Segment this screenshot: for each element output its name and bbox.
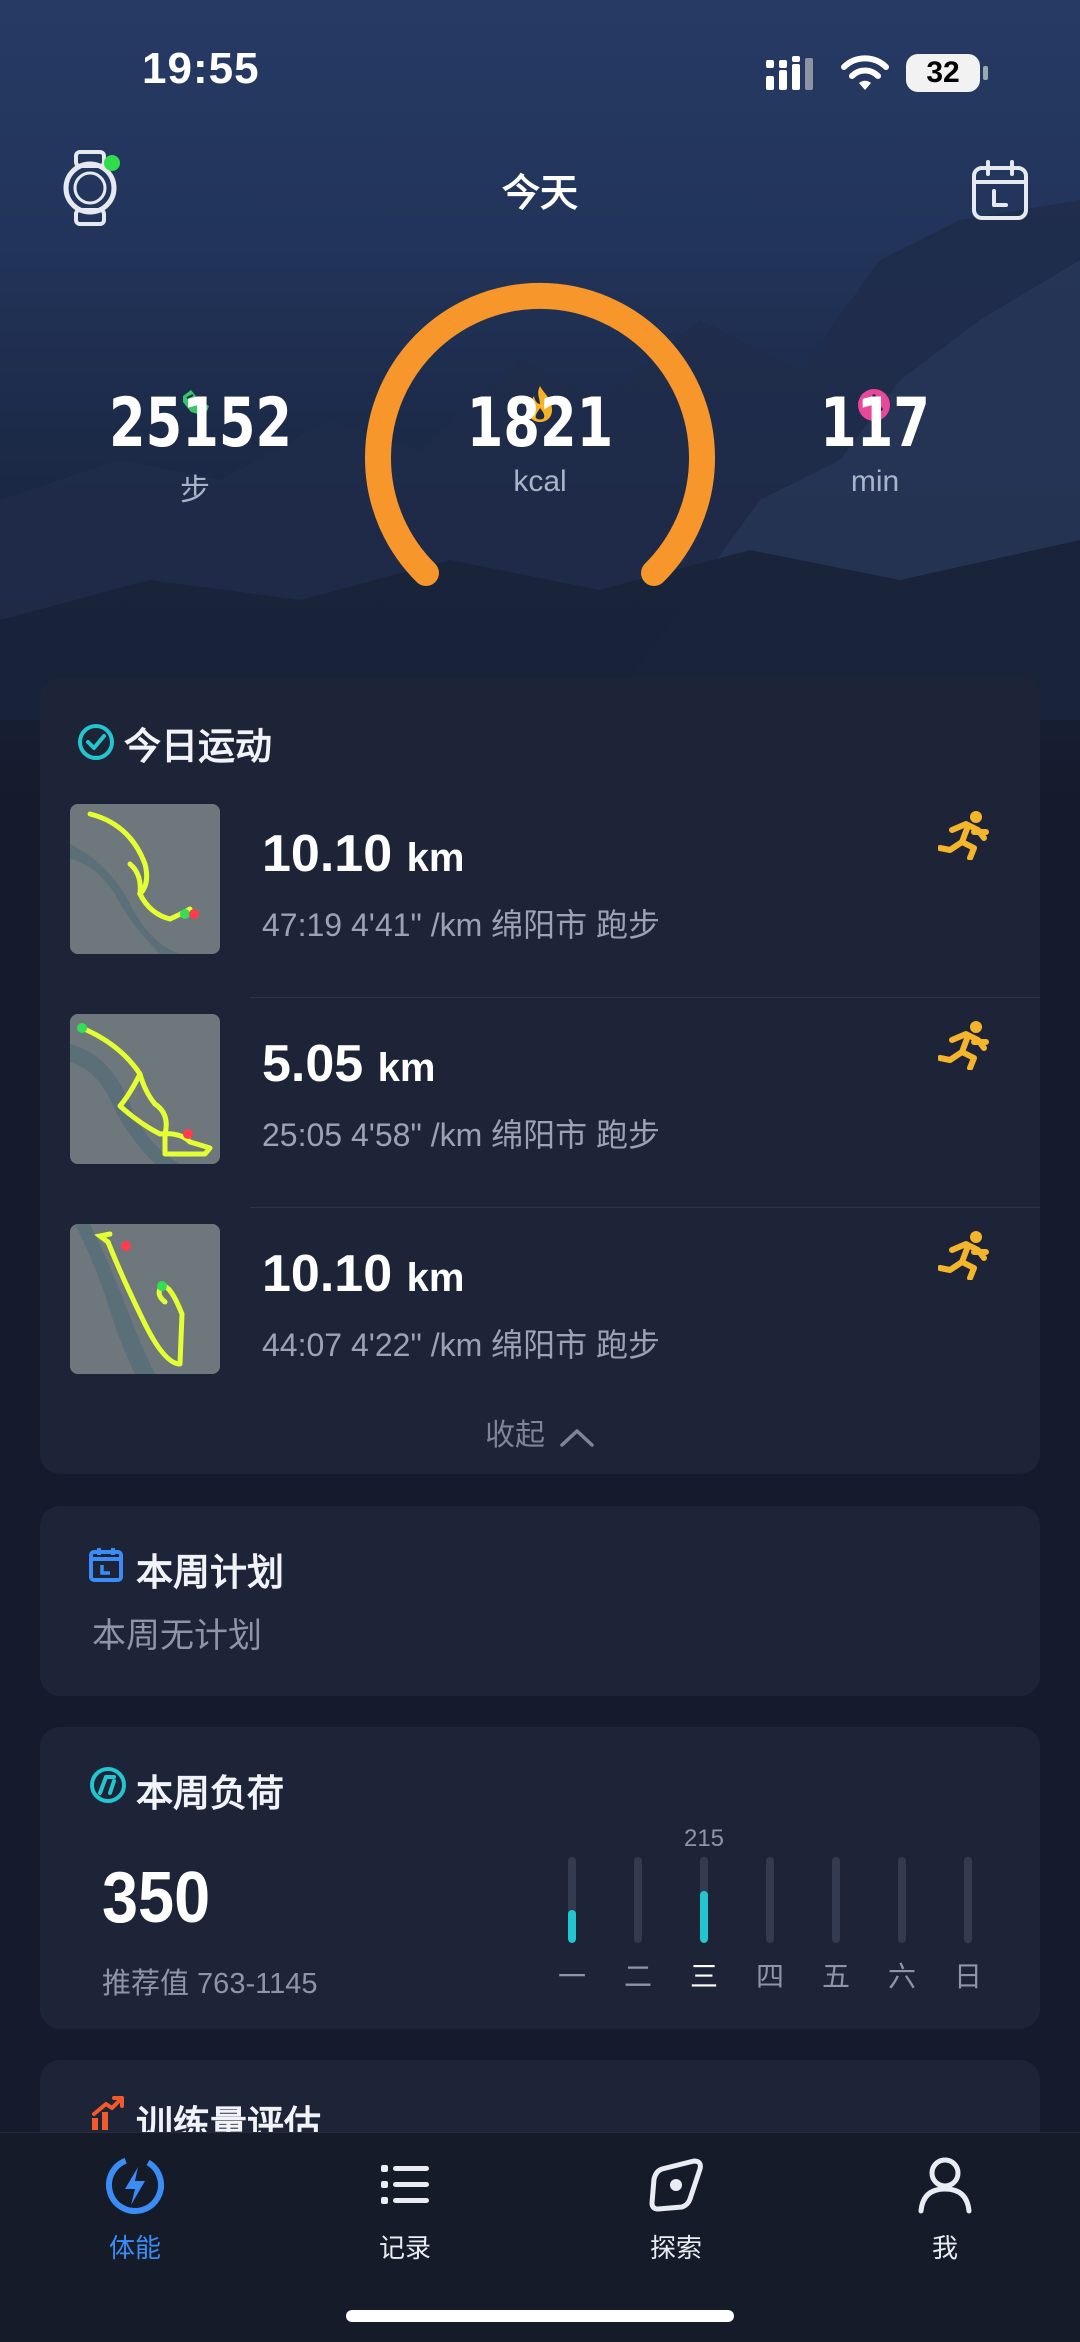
- load-bar-fill: [700, 1891, 708, 1943]
- weekly-load-card[interactable]: 本周负荷 350 推荐值 763-1145 一二三 215 四五六日: [40, 1727, 1040, 2029]
- activity-row[interactable]: 10.10 km 47:19 4'41" /km 绵阳市 跑步: [40, 788, 1040, 998]
- running-icon: [938, 1231, 989, 1280]
- tab-label: 记录: [378, 2233, 431, 2263]
- list-icon: [381, 2165, 429, 2204]
- load-bar-track: [898, 1857, 906, 1943]
- load-day-label[interactable]: 三: [684, 1955, 724, 1995]
- compass-icon: [649, 2158, 703, 2212]
- steps-unit: 步: [180, 474, 210, 507]
- activity-row[interactable]: 5.05 km 25:05 4'58" /km 绵阳市 跑步: [40, 998, 1040, 1208]
- activity-meta: 44:07 4'22" /km 绵阳市 跑步: [262, 1327, 661, 1363]
- minutes-stat[interactable]: 117 min: [775, 385, 975, 499]
- collapse-label: 收起: [485, 1419, 545, 1452]
- load-day-label[interactable]: 五: [816, 1955, 856, 1995]
- tab-fitness[interactable]: 体能: [65, 2153, 205, 2265]
- today-activities-card: 今日运动 10.10 km 47:19 4'41" /km 绵阳市 跑步 5.0…: [40, 678, 1040, 1474]
- status-bar: 19:55 32: [0, 0, 1080, 130]
- route-map-thumbnail: [70, 1224, 220, 1374]
- calendar-plan-icon: [89, 1548, 123, 1582]
- route-map-thumbnail: [70, 1014, 220, 1164]
- calories-unit: kcal: [513, 465, 567, 498]
- status-time: 19:55: [142, 44, 260, 93]
- running-icon: [938, 811, 989, 860]
- weekly-load-title: 本周负荷: [136, 1773, 284, 1814]
- load-bar-track: [634, 1857, 642, 1943]
- load-day-label[interactable]: 一: [552, 1955, 592, 1995]
- tab-label: 体能: [108, 2233, 161, 2263]
- weekly-load-recommended: 推荐值 763-1145: [102, 1968, 318, 2000]
- minutes-unit: min: [850, 465, 900, 498]
- battery-level: 32: [906, 54, 980, 92]
- calories-stat[interactable]: 1821 kcal: [440, 385, 640, 499]
- load-bar-track: [832, 1857, 840, 1943]
- wifi-icon: [841, 55, 889, 90]
- activity-distance-unit: km: [406, 1256, 465, 1300]
- today-activities-title: 今日运动: [124, 726, 272, 767]
- tab-label: 我: [931, 2233, 958, 2263]
- check-circle-icon: [78, 724, 114, 760]
- cellular-signal-icon: [766, 56, 813, 90]
- minutes-value: 117: [820, 384, 930, 463]
- page-title: 今天: [501, 173, 578, 215]
- load-day-label[interactable]: 日: [948, 1955, 988, 1995]
- load-bar-track: [700, 1857, 708, 1943]
- tab-label: 探索: [649, 2233, 702, 2263]
- tab-explore[interactable]: 探索: [606, 2153, 746, 2265]
- steps-stat[interactable]: 25152 步: [95, 385, 295, 509]
- activity-distance-unit: km: [377, 1046, 436, 1090]
- tab-records[interactable]: 记录: [335, 2153, 475, 2265]
- load-bar-track: [964, 1857, 972, 1943]
- calendar-icon[interactable]: [970, 158, 1030, 222]
- battery-tip: [983, 66, 988, 80]
- load-peak-label: 215: [683, 1825, 725, 1852]
- load-bar-fill: [568, 1910, 576, 1943]
- weekly-load-value: 350: [102, 1858, 211, 1938]
- weekly-plan-empty: 本周无计划: [92, 1617, 262, 1655]
- activity-row[interactable]: 10.10 km 44:07 4'22" /km 绵阳市 跑步: [40, 1208, 1040, 1418]
- load-gauge-icon: [90, 1767, 126, 1803]
- lightning-icon: [106, 2156, 164, 2214]
- tab-me[interactable]: 我: [875, 2153, 1015, 2265]
- chevron-up-icon: [560, 1429, 594, 1447]
- steps-value: 25152: [109, 384, 293, 463]
- load-bar-track: [568, 1857, 576, 1943]
- home-indicator: [346, 2310, 734, 2322]
- load-day-label[interactable]: 四: [750, 1955, 790, 1995]
- activity-meta: 25:05 4'58" /km 绵阳市 跑步: [262, 1117, 661, 1153]
- activity-meta: 47:19 4'41" /km 绵阳市 跑步: [262, 907, 661, 943]
- activity-distance-unit: km: [406, 836, 465, 880]
- weekly-plan-title: 本周计划: [136, 1552, 284, 1593]
- trend-up-icon: [92, 2096, 124, 2130]
- collapse-button[interactable]: 收起: [40, 1410, 1040, 1454]
- load-bar-track: [766, 1857, 774, 1943]
- activity-distance: 5.05: [262, 1035, 364, 1093]
- calories-value: 1821: [466, 384, 614, 463]
- running-icon: [938, 1021, 989, 1070]
- person-icon: [918, 2157, 972, 2214]
- weekly-plan-card[interactable]: 本周计划 本周无计划: [40, 1506, 1040, 1696]
- load-day-label[interactable]: 二: [618, 1955, 658, 1995]
- load-day-label[interactable]: 六: [882, 1955, 922, 1995]
- activity-distance: 10.10: [262, 825, 393, 883]
- route-map-thumbnail: [70, 804, 220, 954]
- activity-distance: 10.10: [262, 1245, 393, 1303]
